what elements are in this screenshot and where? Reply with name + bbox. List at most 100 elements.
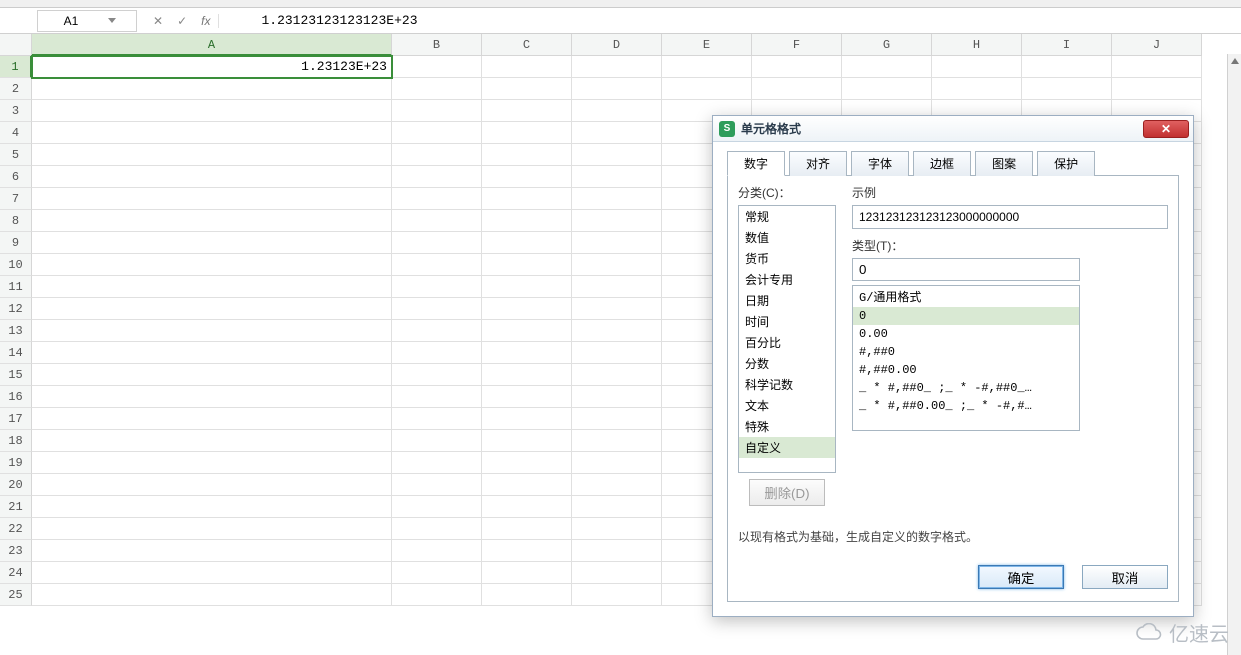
cancel-icon[interactable]: ✕ (153, 14, 163, 28)
cell-B4[interactable] (392, 122, 482, 144)
tab-边框[interactable]: 边框 (913, 151, 971, 176)
cell-B16[interactable] (392, 386, 482, 408)
cell-F2[interactable] (752, 78, 842, 100)
cell-D11[interactable] (572, 276, 662, 298)
cell-C2[interactable] (482, 78, 572, 100)
column-header-C[interactable]: C (482, 34, 572, 56)
cell-D9[interactable] (572, 232, 662, 254)
cell-D23[interactable] (572, 540, 662, 562)
cell-B12[interactable] (392, 298, 482, 320)
cell-H1[interactable] (932, 56, 1022, 78)
cell-B5[interactable] (392, 144, 482, 166)
category-item[interactable]: 数值 (739, 227, 835, 248)
cell-D12[interactable] (572, 298, 662, 320)
cell-C1[interactable] (482, 56, 572, 78)
cell-B22[interactable] (392, 518, 482, 540)
column-header-E[interactable]: E (662, 34, 752, 56)
cell-B21[interactable] (392, 496, 482, 518)
name-box[interactable]: A1 (37, 10, 137, 32)
row-header-16[interactable]: 16 (0, 386, 32, 408)
cell-A16[interactable] (32, 386, 392, 408)
row-header-19[interactable]: 19 (0, 452, 32, 474)
cell-C10[interactable] (482, 254, 572, 276)
cell-D14[interactable] (572, 342, 662, 364)
row-header-9[interactable]: 9 (0, 232, 32, 254)
cell-C20[interactable] (482, 474, 572, 496)
cell-D13[interactable] (572, 320, 662, 342)
cell-C5[interactable] (482, 144, 572, 166)
column-header-D[interactable]: D (572, 34, 662, 56)
cell-C19[interactable] (482, 452, 572, 474)
row-header-11[interactable]: 11 (0, 276, 32, 298)
cell-D19[interactable] (572, 452, 662, 474)
cell-A13[interactable] (32, 320, 392, 342)
cell-F1[interactable] (752, 56, 842, 78)
row-header-25[interactable]: 25 (0, 584, 32, 606)
column-header-F[interactable]: F (752, 34, 842, 56)
cell-B15[interactable] (392, 364, 482, 386)
category-item[interactable]: 文本 (739, 395, 835, 416)
category-item[interactable]: 科学记数 (739, 374, 835, 395)
type-item[interactable]: _ * #,##0_ ;_ * -#,##0_… (853, 379, 1079, 397)
cell-A7[interactable] (32, 188, 392, 210)
cell-C7[interactable] (482, 188, 572, 210)
vertical-scrollbar[interactable] (1227, 54, 1241, 655)
formula-value[interactable]: 1.23123123123123E+23 (219, 13, 417, 28)
cell-B24[interactable] (392, 562, 482, 584)
cell-A11[interactable] (32, 276, 392, 298)
tab-对齐[interactable]: 对齐 (789, 151, 847, 176)
tab-保护[interactable]: 保护 (1037, 151, 1095, 176)
type-list[interactable]: G/通用格式00.00#,##0#,##0.00_ * #,##0_ ;_ * … (852, 285, 1080, 431)
cell-J1[interactable] (1112, 56, 1202, 78)
cell-D25[interactable] (572, 584, 662, 606)
row-header-12[interactable]: 12 (0, 298, 32, 320)
cell-A21[interactable] (32, 496, 392, 518)
cell-D18[interactable] (572, 430, 662, 452)
type-item[interactable]: #,##0.00 (853, 361, 1079, 379)
cell-C4[interactable] (482, 122, 572, 144)
cell-A1[interactable]: 1.23123E+23 (32, 56, 392, 78)
cell-C3[interactable] (482, 100, 572, 122)
row-header-1[interactable]: 1 (0, 56, 32, 78)
cell-D24[interactable] (572, 562, 662, 584)
cell-A12[interactable] (32, 298, 392, 320)
cell-D8[interactable] (572, 210, 662, 232)
row-header-6[interactable]: 6 (0, 166, 32, 188)
cell-D5[interactable] (572, 144, 662, 166)
delete-button[interactable]: 删除(D) (749, 479, 824, 506)
cell-C15[interactable] (482, 364, 572, 386)
category-item[interactable]: 特殊 (739, 416, 835, 437)
cell-B10[interactable] (392, 254, 482, 276)
cell-G2[interactable] (842, 78, 932, 100)
cell-B3[interactable] (392, 100, 482, 122)
cell-D15[interactable] (572, 364, 662, 386)
category-item[interactable]: 常规 (739, 206, 835, 227)
cell-B9[interactable] (392, 232, 482, 254)
row-header-17[interactable]: 17 (0, 408, 32, 430)
cell-C6[interactable] (482, 166, 572, 188)
column-header-B[interactable]: B (392, 34, 482, 56)
cell-H2[interactable] (932, 78, 1022, 100)
accept-icon[interactable]: ✓ (177, 14, 187, 28)
cell-B2[interactable] (392, 78, 482, 100)
fx-label[interactable]: fx (197, 14, 219, 28)
category-item[interactable]: 时间 (739, 311, 835, 332)
row-header-22[interactable]: 22 (0, 518, 32, 540)
row-header-20[interactable]: 20 (0, 474, 32, 496)
cell-I2[interactable] (1022, 78, 1112, 100)
cell-B20[interactable] (392, 474, 482, 496)
ok-button[interactable]: 确定 (978, 565, 1064, 589)
cell-A8[interactable] (32, 210, 392, 232)
row-header-8[interactable]: 8 (0, 210, 32, 232)
cell-C25[interactable] (482, 584, 572, 606)
cell-D1[interactable] (572, 56, 662, 78)
row-header-10[interactable]: 10 (0, 254, 32, 276)
row-header-15[interactable]: 15 (0, 364, 32, 386)
type-item[interactable]: G/通用格式 (853, 286, 1079, 307)
category-list[interactable]: 常规数值货币会计专用日期时间百分比分数科学记数文本特殊自定义 (738, 205, 836, 473)
cell-B14[interactable] (392, 342, 482, 364)
type-item[interactable]: 0 (853, 307, 1079, 325)
cell-A2[interactable] (32, 78, 392, 100)
column-header-G[interactable]: G (842, 34, 932, 56)
cell-A14[interactable] (32, 342, 392, 364)
